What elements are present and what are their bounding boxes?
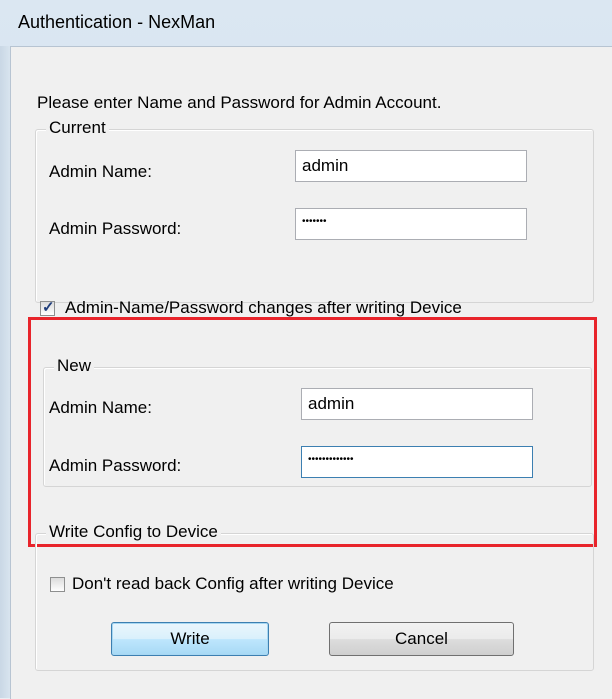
write-button[interactable]: Write bbox=[111, 622, 269, 656]
current-admin-name-label: Admin Name: bbox=[49, 162, 152, 181]
window-border bbox=[0, 46, 10, 698]
dialog-body: Please enter Name and Password for Admin… bbox=[10, 46, 612, 699]
change-credentials-label: Admin-Name/Password changes after writin… bbox=[65, 298, 462, 317]
current-admin-password-input[interactable]: ••••••• bbox=[295, 208, 527, 240]
instruction-text: Please enter Name and Password for Admin… bbox=[37, 93, 442, 112]
current-group-legend: Current bbox=[46, 118, 109, 138]
no-readback-label: Don't read back Config after writing Dev… bbox=[72, 574, 394, 593]
new-admin-name-label: Admin Name: bbox=[49, 398, 152, 417]
write-config-group: Write Config to Device Don't read back C… bbox=[35, 522, 594, 671]
new-admin-password-input[interactable]: ••••••••••••• bbox=[301, 446, 533, 478]
new-group: New Admin Name: Admin Password: ••••••••… bbox=[43, 356, 592, 487]
new-admin-password-label: Admin Password: bbox=[49, 456, 182, 475]
write-config-group-legend: Write Config to Device bbox=[46, 522, 221, 542]
dialog-window: Authentication - NexMan Please enter Nam… bbox=[0, 0, 612, 699]
new-admin-name-input[interactable] bbox=[301, 388, 533, 420]
current-group: Current Admin Name: Admin Password: ••••… bbox=[35, 118, 594, 303]
new-group-legend: New bbox=[54, 356, 95, 376]
title-bar[interactable]: Authentication - NexMan bbox=[0, 0, 612, 46]
current-admin-password-label: Admin Password: bbox=[49, 219, 182, 238]
no-readback-checkbox[interactable] bbox=[50, 577, 65, 592]
change-credentials-checkbox[interactable]: ✓ bbox=[40, 299, 55, 316]
current-admin-name-input[interactable] bbox=[295, 150, 527, 182]
cancel-button[interactable]: Cancel bbox=[329, 622, 514, 656]
window-title: Authentication - NexMan bbox=[18, 12, 216, 32]
checkmark-icon: ✓ bbox=[42, 299, 55, 316]
